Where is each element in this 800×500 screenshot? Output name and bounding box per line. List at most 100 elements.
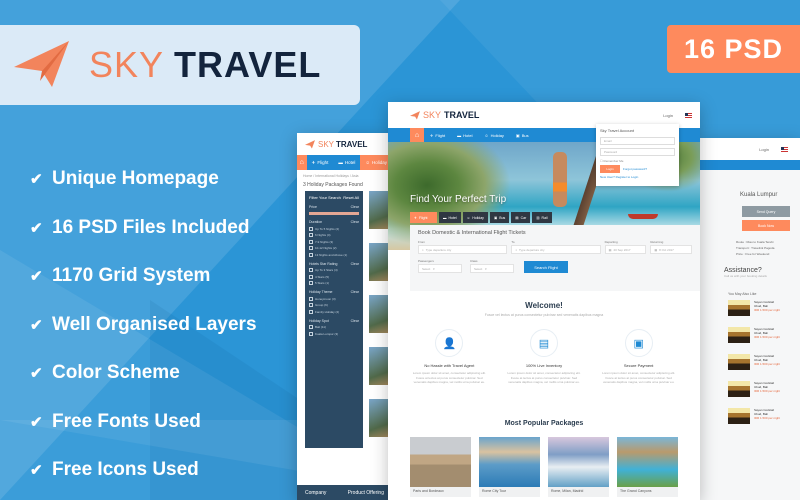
flight-booking-form: Book Domestic & International Flight Tic…: [410, 225, 700, 291]
package-card[interactable]: The Grand Canyons: [617, 437, 678, 497]
package-name: Rome City Tour: [479, 487, 540, 497]
filter-checkbox[interactable]: Kuala Lumpur (3): [309, 331, 359, 336]
nav-item-holiday[interactable]: ☺ Holiday: [478, 133, 509, 138]
clear-link[interactable]: Clear: [351, 220, 359, 224]
hotel-item[interactable]: Sayan Cocktail Ubud, Bali IDR 1.500 per ni…: [700, 327, 800, 343]
feature-card: 👤 No Hassle with Travel Agent Lorem ipsu…: [409, 329, 489, 385]
mini-logo[interactable]: SKY TRAVEL: [410, 110, 479, 120]
filter-checkbox[interactable]: Group (6): [309, 303, 359, 307]
feature-label: Color Scheme: [52, 362, 180, 384]
returning-date-input[interactable]: ▦ 8 Oct 2017: [650, 245, 692, 254]
home-icon[interactable]: ⌂: [297, 155, 307, 170]
logo-travel: TRAVEL: [174, 44, 322, 85]
detail-title: Kuala Lumpur: [740, 192, 778, 198]
feature-label: 16 PSD Files Included: [52, 216, 250, 238]
packages-title: Most Popular Packages: [504, 420, 584, 427]
filter-checkbox[interactable]: Up To 3 Stars (4): [309, 268, 359, 272]
nav-item-flight[interactable]: ✈ Flight: [424, 133, 451, 138]
package-card[interactable]: Rome City Tour: [479, 437, 540, 497]
filter-checkbox[interactable]: 10-12 Nights (2): [309, 246, 359, 250]
main-nav: ⌂ ✈ Flight ▬ Hotel ☺ Holiday: [297, 155, 392, 170]
package-thumb[interactable]: [369, 243, 389, 281]
filter-title: Filter Your Search: [309, 195, 341, 200]
to-input[interactable]: ⌖ Type departure city: [511, 245, 601, 254]
flag-icon[interactable]: [685, 112, 692, 118]
clear-link[interactable]: Clear: [351, 319, 359, 323]
filter-checkbox[interactable]: Family Holiday (2): [309, 309, 359, 314]
package-thumb[interactable]: [369, 347, 389, 385]
filter-checkbox[interactable]: 6 Nights (4): [309, 233, 359, 237]
clear-link[interactable]: Clear: [351, 290, 359, 294]
boat: [628, 214, 658, 219]
send-query-button[interactable]: Send Query: [742, 206, 790, 217]
tab-rail[interactable]: ▥ Rail: [532, 212, 552, 223]
logo-sky: SKY: [318, 139, 335, 149]
filter-checkbox[interactable]: Bali (11): [309, 325, 359, 329]
price-range-slider[interactable]: [309, 212, 359, 215]
tab-hotel[interactable]: ▬ Hotel: [439, 212, 461, 223]
detail-list: Route : Riau to Kuala Terebi Transport :…: [700, 231, 800, 257]
check-icon: ✔: [30, 171, 43, 189]
tab-car[interactable]: ▤ Car: [511, 212, 531, 223]
clear-link[interactable]: Clear: [351, 205, 359, 209]
search-flight-button[interactable]: Search Flight: [524, 261, 568, 273]
class-label: Class: [470, 259, 478, 263]
login-link[interactable]: Login: [759, 147, 769, 152]
feature-label: Free Fonts Used: [52, 410, 201, 432]
remember-me-checkbox[interactable]: ☐ Remember Me: [600, 159, 675, 163]
filter-checkbox[interactable]: 5 Stars (1): [309, 281, 359, 285]
forgot-password-link[interactable]: Forgot password?: [623, 167, 647, 171]
footer-product[interactable]: Product Offering: [348, 490, 384, 496]
hotel-item[interactable]: Sayan Cocktail Ubud, Bali IDR 1.500 per ni…: [700, 300, 800, 316]
to-label: To: [511, 240, 515, 244]
password-field[interactable]: Password: [600, 148, 675, 156]
package-thumb[interactable]: [369, 399, 389, 437]
paper-plane-icon: [410, 110, 420, 119]
login-button[interactable]: Login: [600, 165, 620, 173]
class-select[interactable]: Select ▾: [470, 264, 514, 273]
book-now-button[interactable]: Book Now: [742, 220, 790, 231]
feature-title: No Hassle with Travel Agent: [424, 363, 475, 368]
package-name: The Grand Canyons: [617, 487, 678, 497]
filter-checkbox[interactable]: Honeymoon (3): [309, 296, 359, 301]
login-link[interactable]: Login: [663, 113, 673, 118]
register-link[interactable]: New User? Register to Login: [600, 175, 675, 179]
hotel-image: [728, 327, 750, 343]
departing-date-input[interactable]: ▦ 20 Sep 2017: [604, 245, 647, 254]
hotel-item[interactable]: Sayan Cocktail Ubud, Bali IDR 1.500 per ni…: [700, 354, 800, 370]
nav-item-bus[interactable]: ▣ Bus: [510, 133, 535, 138]
package-card[interactable]: Paris and Bordeaux: [410, 437, 471, 497]
breadcrumb: Home / International Holidays / Asia: [303, 174, 359, 178]
flag-icon[interactable]: [781, 146, 788, 152]
nav-item-hotel[interactable]: ▬ Hotel: [451, 133, 478, 138]
hotel-item[interactable]: Sayan Cocktail Ubud, Bali IDR 1.500 per ni…: [700, 381, 800, 397]
calendar-icon: ▤: [529, 329, 558, 357]
clear-link[interactable]: Clear: [351, 262, 359, 266]
home-icon[interactable]: ⌂: [410, 128, 424, 142]
nav-item-hotel[interactable]: ▬ Hotel: [333, 160, 360, 165]
filter-checkbox[interactable]: 7-9 Nights (3): [309, 239, 359, 244]
footer-company[interactable]: Company: [305, 490, 326, 496]
check-icon: ✔: [30, 365, 43, 383]
filter-checkbox[interactable]: 4 Stars (5): [309, 274, 359, 279]
hotel-item[interactable]: Sayan Cocktail Ubud, Bali IDR 1.500 per ni…: [700, 408, 800, 424]
package-thumb[interactable]: [369, 295, 389, 333]
tab-holiday[interactable]: ☺ Holiday: [462, 212, 488, 223]
mini-logo: SKY TRAVEL: [297, 133, 392, 155]
reset-all-link[interactable]: Reset All: [343, 195, 359, 200]
filter-checkbox[interactable]: Up To 5 Nights (2): [309, 226, 359, 231]
check-icon: ✔: [30, 268, 43, 286]
package-card[interactable]: Rome, Milan, Madrid: [548, 437, 609, 497]
feature-card: ▣ Secure Payment Lorem ipsum dolor sit a…: [599, 329, 679, 385]
nav-item-flight[interactable]: ✈ Flight: [307, 160, 334, 166]
email-field[interactable]: Email: [600, 137, 675, 145]
feature-item: ✔ Color Scheme: [30, 349, 257, 398]
check-icon: ✔: [30, 316, 43, 334]
package-image: [479, 437, 540, 487]
from-input[interactable]: ⌖ Type departure city: [418, 245, 508, 254]
tab-flight[interactable]: ✈ Flight: [410, 212, 437, 223]
passengers-select[interactable]: Select ▾: [418, 264, 462, 273]
filter-checkbox[interactable]: 13 Nights and Above (1): [309, 252, 359, 257]
package-thumb[interactable]: [369, 191, 389, 229]
tab-bus[interactable]: ▣ Bus: [489, 212, 510, 223]
